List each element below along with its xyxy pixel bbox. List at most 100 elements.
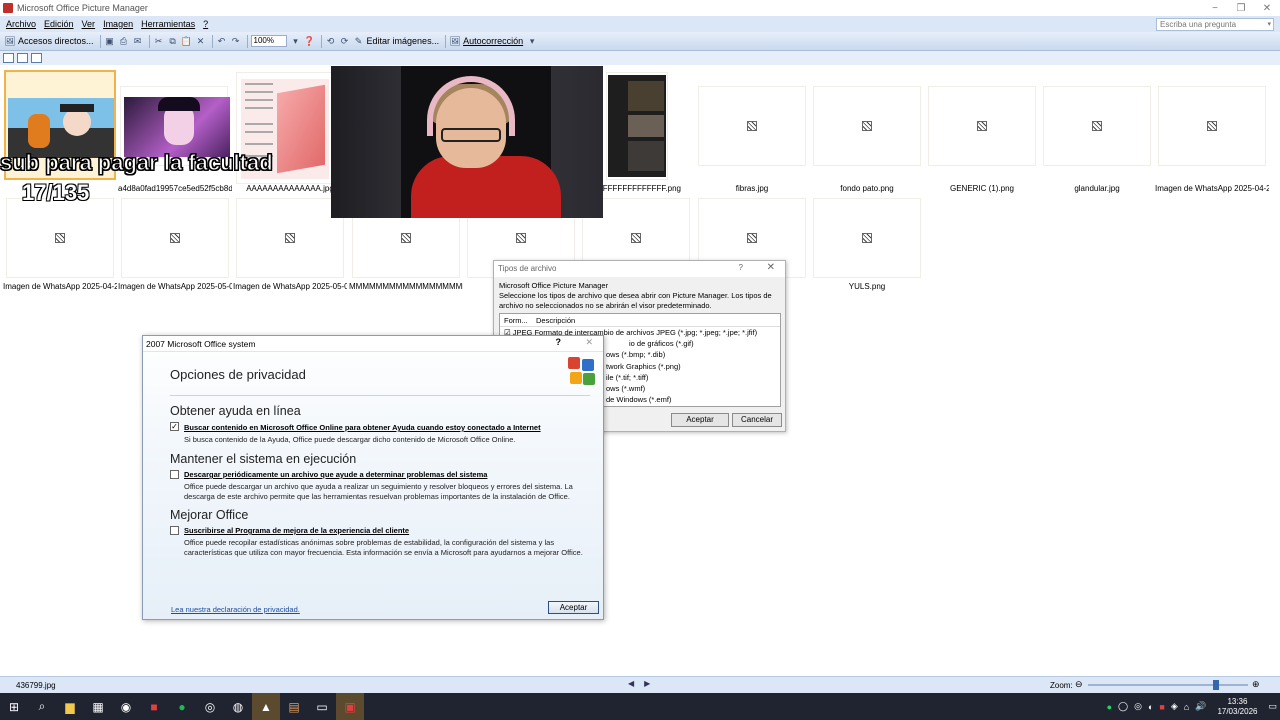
- thumbnail[interactable]: [813, 86, 921, 166]
- cancel-button[interactable]: Cancelar: [732, 413, 782, 427]
- paste-icon[interactable]: 📋: [181, 35, 193, 47]
- ceip-checkbox[interactable]: [170, 526, 179, 535]
- thumbnail-caption: fibras.jpg: [735, 184, 769, 193]
- close-icon[interactable]: ✕: [767, 262, 775, 273]
- broken-image-icon: [516, 233, 526, 243]
- ask-question-input[interactable]: Escriba una pregunta ▾: [1156, 17, 1274, 31]
- delete-icon[interactable]: ✕: [195, 35, 207, 47]
- chevron-down-icon[interactable]: ▾: [290, 35, 302, 47]
- steam-icon[interactable]: ◈: [1171, 701, 1178, 712]
- zoom-select[interactable]: 100%: [250, 35, 287, 47]
- menu-archivo[interactable]: Archivo: [6, 19, 36, 29]
- single-view-icon[interactable]: [31, 53, 42, 63]
- ceip-description: Office puede recopilar estadísticas anón…: [184, 538, 583, 557]
- help-button[interactable]: ?: [739, 263, 743, 272]
- undo-icon[interactable]: ↶: [216, 35, 228, 47]
- file-explorer-icon[interactable]: ▆: [56, 693, 84, 720]
- thumbnail[interactable]: [1158, 86, 1266, 166]
- edit-images-button[interactable]: ✎ Editar imágenes...: [353, 35, 439, 47]
- toolbar: 🖼 Accesos directos... ▣ ⎙ ✉ ✂ ⧉ 📋 ✕ ↶ ↷ …: [0, 32, 1280, 51]
- volume-icon[interactable]: 🔊: [1195, 701, 1206, 712]
- rotate-right-icon[interactable]: ⟳: [339, 35, 351, 47]
- copy-icon[interactable]: ⧉: [167, 35, 179, 47]
- stream-overlay-text: sub para pagar la facultad: [0, 150, 273, 176]
- previous-icon[interactable]: ◀: [628, 679, 634, 688]
- thumbnail-view-icon[interactable]: [3, 53, 14, 63]
- divider: [170, 395, 590, 396]
- spotify-icon[interactable]: ●: [168, 693, 196, 720]
- zoom-slider[interactable]: [1088, 684, 1248, 686]
- menu-ver[interactable]: Ver: [82, 19, 96, 29]
- chevron-down-icon[interactable]: ▾: [1267, 19, 1271, 30]
- accept-button[interactable]: Aceptar: [548, 601, 599, 614]
- print-icon[interactable]: ⎙: [118, 35, 130, 47]
- clock[interactable]: 13:36 17/03/2026: [1217, 697, 1257, 717]
- picture-manager-taskbar-icon[interactable]: ▲: [252, 693, 280, 720]
- thumbnail[interactable]: [6, 198, 114, 278]
- chrome-tray-icon[interactable]: ◎: [1134, 701, 1142, 712]
- network-icon[interactable]: ⌂: [1184, 702, 1189, 712]
- chevron-down-icon[interactable]: ▾: [526, 35, 538, 47]
- section-title: Mantener el sistema en ejecución: [170, 452, 357, 466]
- broken-image-icon: [631, 233, 641, 243]
- thumbnail[interactable]: [928, 86, 1036, 166]
- cut-icon[interactable]: ✂: [153, 35, 165, 47]
- thumbnail[interactable]: [698, 86, 806, 166]
- filmstrip-view-icon[interactable]: [17, 53, 28, 63]
- thumbnail[interactable]: [1043, 86, 1151, 166]
- store-icon[interactable]: ▦: [84, 693, 112, 720]
- toolbar-divider: [246, 34, 248, 48]
- thumbnail[interactable]: [813, 198, 921, 278]
- online-help-label[interactable]: Buscar contenido en Microsoft Office Onl…: [184, 423, 541, 432]
- chrome-icon[interactable]: ◎: [196, 693, 224, 720]
- diagnostics-checkbox[interactable]: [170, 470, 179, 479]
- app-tray-icon[interactable]: ■: [1159, 702, 1164, 712]
- whatsapp-alt-icon[interactable]: ◯: [1118, 701, 1128, 712]
- rotate-left-icon[interactable]: ⟲: [325, 35, 337, 47]
- online-help-checkbox[interactable]: ✓: [170, 422, 179, 431]
- menu-herramientas[interactable]: Herramientas: [141, 19, 195, 29]
- app-grid-icon[interactable]: ▤: [280, 693, 308, 720]
- menu-edicion[interactable]: Edición: [44, 19, 74, 29]
- column-format[interactable]: Form...: [504, 316, 536, 325]
- whatsapp-icon[interactable]: ●: [1107, 702, 1112, 712]
- app-icon: [3, 3, 13, 13]
- close-button[interactable]: ✕: [1254, 3, 1280, 14]
- thumbnail[interactable]: [606, 72, 668, 180]
- minimize-button[interactable]: −: [1202, 3, 1228, 14]
- shortcuts-button[interactable]: 🖼 Accesos directos...: [4, 35, 93, 47]
- next-icon[interactable]: ▶: [644, 679, 650, 688]
- discord-icon[interactable]: ◐: [1148, 702, 1153, 712]
- diagnostics-label[interactable]: Descargar periódicamente un archivo que …: [184, 470, 487, 479]
- zoom-in-icon[interactable]: ⊕: [1252, 679, 1260, 690]
- zoom-out-icon[interactable]: ⊖: [1075, 679, 1083, 690]
- menu-imagen[interactable]: Imagen: [103, 19, 133, 29]
- save-icon[interactable]: ▣: [104, 35, 116, 47]
- privacy-statement-link[interactable]: Lea nuestra declaración de privacidad.: [171, 605, 300, 614]
- column-description[interactable]: Descripción: [536, 316, 575, 325]
- thumbnail[interactable]: [236, 198, 344, 278]
- accept-button[interactable]: Aceptar: [671, 413, 729, 427]
- thumbnail-caption: a4d8a0fad19957ce5ed52f5cb8d...: [118, 184, 232, 193]
- help-icon[interactable]: ❓: [304, 35, 316, 47]
- browser-icon[interactable]: ◉: [112, 693, 140, 720]
- obs-icon[interactable]: ◍: [224, 693, 252, 720]
- search-icon[interactable]: ⌕: [28, 693, 56, 720]
- broken-image-icon: [401, 233, 411, 243]
- office-taskbar-icon[interactable]: ▣: [336, 693, 364, 720]
- menu-help[interactable]: ?: [203, 19, 208, 29]
- help-button[interactable]: ?: [556, 337, 562, 347]
- redo-icon[interactable]: ↷: [230, 35, 242, 47]
- start-icon[interactable]: ⊞: [0, 693, 28, 720]
- menu-bar: Archivo Edición Ver Imagen Herramientas …: [0, 16, 1280, 32]
- window-icon[interactable]: ▭: [308, 693, 336, 720]
- maximize-button[interactable]: ❐: [1228, 3, 1254, 14]
- autocorrect-button[interactable]: 🖼 Autocorrección: [449, 35, 523, 47]
- email-icon[interactable]: ✉: [132, 35, 144, 47]
- ceip-label[interactable]: Suscribirse al Programa de mejora de la …: [184, 526, 409, 535]
- thumbnail[interactable]: [121, 198, 229, 278]
- notifications-icon[interactable]: ▭: [1268, 701, 1277, 712]
- zoom-slider-handle[interactable]: [1213, 680, 1219, 690]
- app-red-icon[interactable]: ■: [140, 693, 168, 720]
- close-icon[interactable]: ✕: [585, 337, 593, 348]
